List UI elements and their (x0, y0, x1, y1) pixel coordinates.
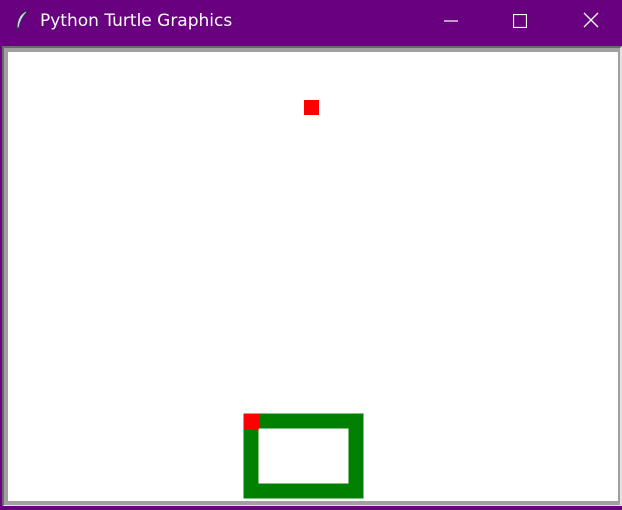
title-bar[interactable]: Python Turtle Graphics (0, 0, 622, 44)
snake-head (244, 414, 259, 429)
window-title: Python Turtle Graphics (40, 11, 233, 31)
close-button[interactable] (568, 0, 614, 44)
food-square (304, 100, 319, 115)
close-icon (583, 12, 599, 32)
feather-icon (12, 10, 32, 32)
maximize-button[interactable] (497, 0, 543, 44)
snake-body (243, 413, 364, 499)
minimize-icon (444, 13, 458, 32)
canvas-drawing (243, 100, 364, 499)
canvas-frame (2, 46, 622, 507)
window-bottom-border (0, 506, 622, 510)
maximize-icon (512, 13, 528, 32)
turtle-canvas[interactable] (8, 52, 618, 501)
turtle-window: Python Turtle Graphics (0, 0, 622, 510)
minimize-button[interactable] (428, 0, 474, 44)
